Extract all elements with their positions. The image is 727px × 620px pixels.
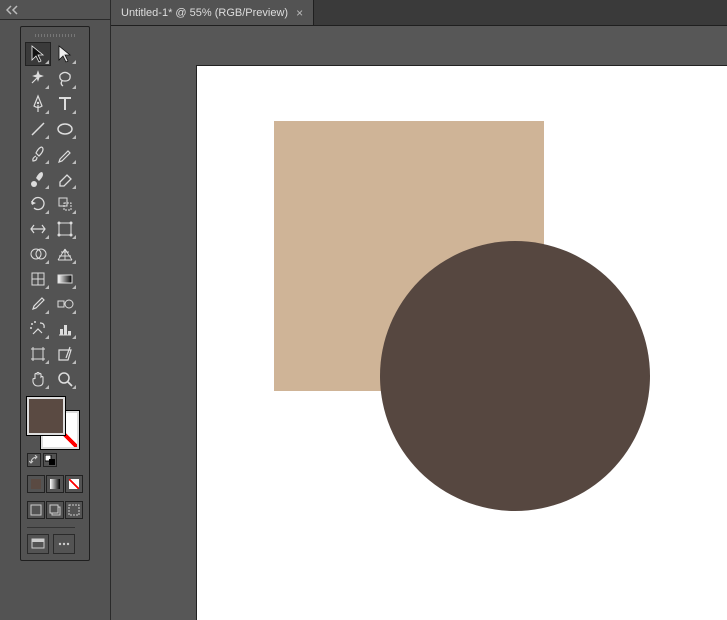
main-area: Untitled-1* @ 55% (RGB/Preview) ×	[111, 0, 727, 620]
artboard[interactable]	[197, 66, 727, 620]
ellipse-tool[interactable]	[52, 117, 78, 141]
scale-tool[interactable]	[52, 192, 78, 216]
draw-inside[interactable]	[65, 501, 83, 519]
shape-builder-tool[interactable]	[25, 242, 51, 266]
mesh-tool[interactable]	[25, 267, 51, 291]
eyedropper-tool[interactable]	[25, 292, 51, 316]
color-mode-gradient[interactable]	[46, 475, 64, 493]
symbol-sprayer-tool[interactable]	[25, 317, 51, 341]
line-segment-tool[interactable]	[25, 117, 51, 141]
zoom-tool[interactable]	[52, 367, 78, 391]
color-mode-none[interactable]	[65, 475, 83, 493]
slice-tool[interactable]	[52, 342, 78, 366]
tools-panel	[0, 20, 110, 569]
color-block	[25, 397, 85, 554]
pencil-tool[interactable]	[52, 142, 78, 166]
gradient-tool[interactable]	[52, 267, 78, 291]
color-mode-solid[interactable]	[27, 475, 45, 493]
pen-tool[interactable]	[25, 92, 51, 116]
screen-mode-extras	[27, 527, 75, 554]
brown-circle-shape[interactable]	[380, 241, 650, 511]
document-tab-bar: Untitled-1* @ 55% (RGB/Preview) ×	[111, 0, 727, 26]
blend-tool[interactable]	[52, 292, 78, 316]
draw-behind[interactable]	[46, 501, 64, 519]
magic-wand-tool[interactable]	[25, 67, 51, 91]
screen-mode-button[interactable]	[27, 534, 49, 554]
paintbrush-tool[interactable]	[25, 142, 51, 166]
left-panel	[0, 0, 111, 620]
selection-tool[interactable]	[25, 42, 51, 66]
fill-swatch[interactable]	[27, 397, 65, 435]
column-graph-tool[interactable]	[52, 317, 78, 341]
artboard-tool[interactable]	[25, 342, 51, 366]
screen-mode-row	[27, 501, 83, 519]
width-tool[interactable]	[25, 217, 51, 241]
perspective-grid-tool[interactable]	[52, 242, 78, 266]
type-tool[interactable]	[52, 92, 78, 116]
tools-grip[interactable]	[25, 31, 85, 39]
color-mode-row	[27, 475, 83, 493]
default-fill-stroke[interactable]	[43, 453, 57, 467]
eraser-tool[interactable]	[52, 167, 78, 191]
blob-brush-tool[interactable]	[25, 167, 51, 191]
rotate-tool[interactable]	[25, 192, 51, 216]
document-tab-label: Untitled-1* @ 55% (RGB/Preview)	[121, 7, 288, 19]
direct-selection-tool[interactable]	[52, 42, 78, 66]
collapse-icon	[6, 5, 20, 15]
swap-fill-stroke[interactable]	[27, 453, 41, 467]
edit-toolbar-button[interactable]	[53, 534, 75, 554]
free-transform-tool[interactable]	[52, 217, 78, 241]
panel-collapse-bar[interactable]	[0, 0, 110, 20]
document-tab[interactable]: Untitled-1* @ 55% (RGB/Preview) ×	[111, 0, 314, 25]
draw-normal[interactable]	[27, 501, 45, 519]
hand-tool[interactable]	[25, 367, 51, 391]
lasso-tool[interactable]	[52, 67, 78, 91]
close-icon[interactable]: ×	[296, 6, 303, 20]
canvas-area[interactable]	[111, 26, 727, 620]
